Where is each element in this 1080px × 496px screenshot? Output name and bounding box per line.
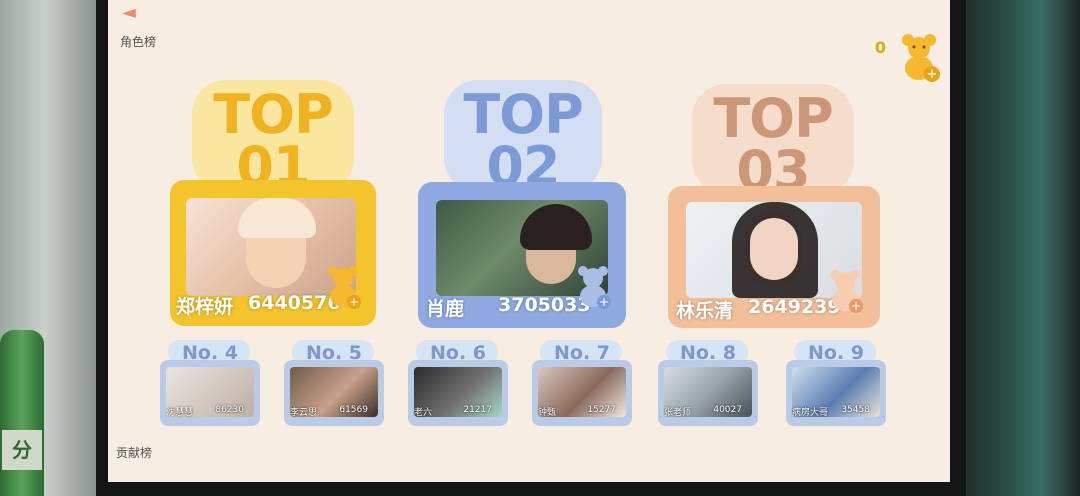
rank7-name: 钟甄 bbox=[538, 408, 557, 418]
svg-text:+: + bbox=[927, 67, 938, 82]
rank8-name: 张老师 bbox=[664, 408, 692, 418]
svg-text:+: + bbox=[599, 295, 609, 309]
rank4-card[interactable]: No. 4 沈慧慧 86230 bbox=[160, 340, 260, 426]
top2-card[interactable]: TOP 02 肖鹿 3705033 + bbox=[418, 80, 628, 330]
rank8-score: 40027 bbox=[713, 405, 742, 415]
top3-bear-icon[interactable]: + bbox=[826, 268, 866, 314]
top2-hair bbox=[520, 204, 592, 250]
rank5-name: 李云思 bbox=[290, 408, 318, 418]
top2-rank-top: TOP bbox=[463, 83, 583, 146]
rank5-card[interactable]: No. 5 李云思 61569 bbox=[284, 340, 384, 426]
rank5-score: 61569 bbox=[339, 405, 368, 415]
rank6-score: 21217 bbox=[463, 405, 492, 415]
leaderboard-screen: ◄ 角色榜 0 + TOP 01 郑梓妍 6440576 + TOP 02 肖鹿… bbox=[108, 0, 950, 482]
back-arrow-icon[interactable]: ◄ bbox=[122, 4, 140, 22]
top2-bear-icon[interactable]: + bbox=[574, 264, 614, 310]
rank4-score: 86230 bbox=[215, 405, 244, 415]
contrib-rank-title: 贡献榜 bbox=[116, 446, 153, 460]
background-right bbox=[950, 0, 1080, 496]
rank7-score: 15277 bbox=[587, 405, 616, 415]
bottle-label: 分 bbox=[2, 430, 42, 470]
rank4-name: 沈慧慧 bbox=[166, 408, 194, 418]
rank6-card[interactable]: No. 6 老六 21217 bbox=[408, 340, 508, 426]
top1-hair bbox=[238, 198, 316, 238]
rank9-score: 35458 bbox=[841, 405, 870, 415]
top3-face-inner bbox=[750, 218, 798, 280]
green-bottle bbox=[0, 330, 44, 496]
top2-name: 肖鹿 bbox=[426, 298, 465, 320]
svg-text:+: + bbox=[851, 299, 861, 313]
rank8-card[interactable]: No. 8 张老师 40027 bbox=[658, 340, 758, 426]
svg-text:+: + bbox=[349, 295, 359, 309]
top3-name: 林乐清 bbox=[676, 300, 734, 322]
rank9-name: 病房大哥 bbox=[792, 408, 829, 418]
top3-rank-top: TOP bbox=[713, 87, 833, 150]
rank6-name: 老六 bbox=[414, 408, 433, 418]
top1-name: 郑梓妍 bbox=[176, 296, 234, 318]
rank9-card[interactable]: No. 9 病房大哥 35458 bbox=[786, 340, 886, 426]
coin-count: 0 bbox=[874, 38, 886, 57]
top3-card[interactable]: TOP 03 林乐清 2649239 + bbox=[668, 80, 880, 330]
bear-coin-icon[interactable]: + bbox=[898, 32, 942, 84]
role-rank-title: 角色榜 bbox=[120, 35, 157, 49]
top1-card[interactable]: TOP 01 郑梓妍 6440576 + bbox=[170, 80, 380, 330]
top1-rank-top: TOP bbox=[213, 83, 333, 146]
top1-bear-icon[interactable]: + bbox=[324, 264, 364, 310]
rank7-card[interactable]: No. 7 钟甄 15277 bbox=[532, 340, 632, 426]
